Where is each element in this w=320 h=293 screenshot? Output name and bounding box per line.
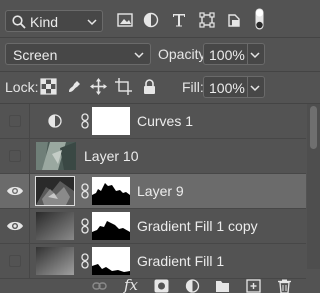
layer-mask-thumbnail[interactable] — [92, 247, 130, 275]
opacity-field[interactable]: 100% — [203, 43, 265, 65]
layer-row-curves-1[interactable]: Curves 1 — [0, 104, 306, 139]
lock-transparent-pixels-icon[interactable] — [40, 78, 57, 95]
visibility-toggle[interactable] — [0, 139, 30, 173]
adjustment-filter-icon[interactable] — [143, 12, 159, 28]
divider — [247, 44, 248, 64]
scrollbar-thumb[interactable] — [310, 106, 317, 149]
visibility-toggle[interactable] — [0, 174, 30, 208]
eye-icon — [7, 221, 23, 231]
link-layers-icon[interactable] — [92, 279, 107, 293]
search-icon — [12, 15, 26, 29]
layers-bottom-toolbar: fx — [0, 276, 320, 293]
shape-filter-icon[interactable] — [199, 12, 215, 28]
new-adjustment-icon[interactable] — [185, 279, 200, 293]
link-chain-icon[interactable] — [80, 113, 90, 129]
kind-filter-select[interactable]: Kind — [5, 10, 103, 32]
gradient-thumbnail[interactable] — [36, 212, 74, 240]
chevron-down-icon[interactable] — [249, 49, 261, 61]
chevron-down-icon[interactable] — [249, 82, 261, 94]
lock-label: Lock: — [5, 79, 39, 95]
opacity-value: 100% — [209, 47, 245, 63]
visibility-off-box — [9, 115, 21, 127]
link-chain-icon[interactable] — [80, 218, 90, 234]
layer-mask-thumbnail[interactable] — [92, 107, 130, 135]
delete-layer-icon[interactable] — [277, 279, 292, 293]
divider — [0, 71, 320, 72]
layer-name[interactable]: Gradient Fill 1 — [137, 253, 224, 269]
fill-field[interactable]: 100% — [203, 76, 265, 98]
visibility-off-box — [9, 150, 21, 162]
smart-object-filter-icon[interactable] — [226, 12, 242, 28]
layer-name[interactable]: Layer 10 — [84, 148, 138, 164]
lock-position-icon[interactable] — [90, 78, 107, 95]
layer-name[interactable]: Layer 9 — [137, 183, 184, 199]
link-chain-icon[interactable] — [80, 253, 90, 269]
eye-icon — [7, 186, 23, 196]
link-chain-icon[interactable] — [80, 183, 90, 199]
divider — [0, 37, 320, 38]
visibility-off-box — [9, 255, 21, 267]
lock-image-pixels-icon[interactable] — [66, 78, 83, 95]
layer-row-gradient-fill-1[interactable]: Gradient Fill 1 — [0, 244, 306, 279]
layer-row-layer-10[interactable]: Layer 10 — [0, 139, 306, 174]
layer-mask-thumbnail[interactable] — [92, 177, 130, 205]
add-mask-icon[interactable] — [154, 279, 169, 293]
filter-toggle[interactable] — [255, 8, 264, 30]
layer-name[interactable]: Curves 1 — [137, 113, 193, 129]
gradient-thumbnail[interactable] — [36, 247, 74, 275]
visibility-toggle[interactable] — [0, 104, 30, 138]
fill-value: 100% — [209, 80, 245, 96]
image-filter-icon[interactable] — [117, 12, 133, 28]
curves-adjustment-icon — [48, 114, 62, 128]
layer-mask-thumbnail[interactable] — [92, 212, 130, 240]
layer-row-layer-9[interactable]: Layer 9 — [0, 174, 306, 209]
visibility-toggle[interactable] — [0, 244, 30, 278]
layer-thumbnail[interactable] — [35, 176, 75, 206]
fx-icon[interactable]: fx — [124, 276, 138, 293]
blend-mode-value: Screen — [13, 47, 58, 63]
chevron-down-icon — [87, 19, 97, 26]
kind-filter-label: Kind — [30, 14, 59, 30]
layer-filter-bar: Kind — [0, 0, 320, 38]
layers-panel: Kind Screen Opacity: 100% Lock: Fill: 10… — [0, 0, 320, 293]
opacity-label: Opacity: — [158, 46, 210, 62]
layer-thumbnail[interactable] — [36, 142, 76, 170]
new-group-icon[interactable] — [215, 279, 230, 293]
new-layer-icon[interactable] — [246, 279, 261, 293]
fill-label: Fill: — [182, 79, 204, 95]
layer-row-gradient-fill-1-copy[interactable]: Gradient Fill 1 copy — [0, 209, 306, 244]
layers-scrollbar[interactable] — [307, 104, 320, 269]
blend-mode-select[interactable]: Screen — [5, 43, 151, 65]
visibility-toggle[interactable] — [0, 209, 30, 243]
lock-artboard-icon[interactable] — [115, 78, 132, 95]
type-filter-icon[interactable] — [171, 12, 187, 28]
divider — [247, 77, 248, 97]
layer-name[interactable]: Gradient Fill 1 copy — [137, 218, 258, 234]
chevron-down-icon — [134, 52, 144, 59]
lock-all-icon[interactable] — [141, 78, 158, 95]
